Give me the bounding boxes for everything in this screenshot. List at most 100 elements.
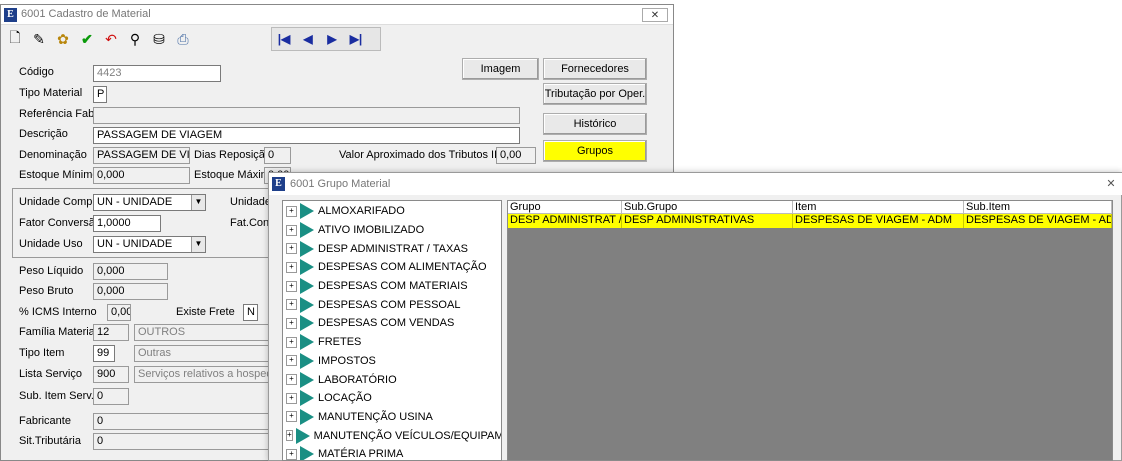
familia-code-field[interactable]: 12 bbox=[93, 324, 129, 341]
icms-label: % ICMS Interno bbox=[19, 306, 97, 318]
expand-icon[interactable]: + bbox=[286, 317, 297, 329]
nav-next-button[interactable]: ▶ bbox=[320, 28, 344, 50]
folder-triangle-icon bbox=[300, 296, 314, 313]
print-icon[interactable]: ⎙ bbox=[171, 27, 195, 51]
tree-item[interactable]: + MANUTENÇÃO USINA bbox=[286, 408, 501, 427]
tree-item[interactable]: + DESPESAS COM PESSOAL bbox=[286, 295, 501, 314]
expand-icon[interactable]: + bbox=[286, 430, 293, 442]
unidade-label-partial: Unidade bbox=[230, 196, 271, 208]
denominacao-label: Denominação bbox=[19, 149, 87, 161]
tipo-item-code-field[interactable]: 99 bbox=[93, 345, 115, 362]
folder-triangle-icon bbox=[300, 240, 314, 257]
denominacao-field[interactable]: PASSAGEM DE VIA bbox=[93, 147, 190, 164]
nav-first-button[interactable]: |◀ bbox=[272, 28, 296, 50]
find-icon[interactable]: ⚲ bbox=[123, 27, 147, 51]
expand-icon[interactable]: + bbox=[286, 224, 297, 236]
nav-last-button[interactable]: ▶| bbox=[344, 28, 368, 50]
grupos-button[interactable]: Grupos bbox=[543, 140, 647, 162]
expand-icon[interactable]: + bbox=[286, 355, 297, 367]
historico-button[interactable]: Histórico bbox=[543, 113, 647, 135]
grid-cell-subitem[interactable]: DESPESAS DE VIAGEM - ADM bbox=[964, 214, 1112, 228]
lista-servico-code-field[interactable]: 900 bbox=[93, 366, 129, 383]
referencia-field[interactable] bbox=[93, 107, 520, 124]
folder-triangle-icon bbox=[300, 334, 314, 351]
expand-icon[interactable]: + bbox=[286, 299, 297, 311]
expand-icon[interactable]: + bbox=[286, 374, 297, 386]
expand-icon[interactable]: + bbox=[286, 411, 297, 423]
folder-triangle-icon bbox=[300, 352, 314, 369]
tree-item[interactable]: + DESP ADMINISTRAT / TAXAS bbox=[286, 239, 501, 258]
toolbar: 🗋 ✎ ✿ ✔ ↶ ⚲ ⛁ ⎙ |◀ ◀ ▶ ▶| bbox=[1, 26, 673, 53]
tree-item[interactable]: + IMPOSTOS bbox=[286, 352, 501, 371]
tipo-material-label: Tipo Material bbox=[19, 87, 83, 99]
new-icon[interactable]: 🗋 bbox=[3, 27, 27, 51]
grid-header-grupo[interactable]: Grupo bbox=[508, 201, 622, 214]
fabricante-label: Fabricante bbox=[19, 415, 71, 427]
folder-triangle-icon bbox=[300, 371, 314, 388]
tree-item-label: DESPESAS COM VENDAS bbox=[318, 317, 455, 330]
tree-item-label: FRETES bbox=[318, 336, 362, 349]
peso-bruto-field[interactable]: 0,000 bbox=[93, 283, 168, 300]
tree-item[interactable]: + DESPESAS COM MATERIAIS bbox=[286, 277, 501, 296]
group-close-button[interactable]: ✕ bbox=[1103, 176, 1119, 192]
codigo-label: Código bbox=[19, 66, 54, 78]
imagem-button[interactable]: Imagem bbox=[462, 58, 539, 80]
expand-icon[interactable]: + bbox=[286, 336, 297, 348]
estoque-minimo-field[interactable]: 0,000 bbox=[93, 167, 190, 184]
ibpt-field[interactable]: 0,00 bbox=[496, 147, 536, 164]
tree-item[interactable]: + DESPESAS COM VENDAS bbox=[286, 314, 501, 333]
tree-item[interactable]: + MATÉRIA PRIMA bbox=[286, 445, 501, 460]
grid-cell-item[interactable]: DESPESAS DE VIAGEM - ADM bbox=[793, 214, 964, 228]
edit-icon[interactable]: ✎ bbox=[27, 27, 51, 51]
folder-triangle-icon bbox=[300, 203, 314, 220]
tipo-item-label: Tipo Item bbox=[19, 347, 65, 359]
folder-triangle-icon bbox=[295, 427, 310, 444]
dias-reposicao-field[interactable]: 0 bbox=[264, 147, 291, 164]
ibpt-label: Valor Aproximado dos Tributos IBPT bbox=[339, 149, 516, 161]
tree-item-label: DESPESAS COM MATERIAIS bbox=[318, 280, 468, 293]
icms-field[interactable]: 0,00 bbox=[107, 304, 131, 321]
group-tree: + ALMOXARIFADO + ATIVO IMOBILIZADO + DESP ADM… bbox=[282, 200, 502, 461]
sit-tributaria-field[interactable]: 0 bbox=[93, 433, 274, 450]
confirm-icon[interactable]: ✔ bbox=[75, 27, 99, 51]
tree-item[interactable]: + ALMOXARIFADO bbox=[286, 202, 501, 221]
unidade-compra-select[interactable]: UN - UNIDADE ▼ bbox=[93, 194, 206, 211]
chevron-down-icon[interactable]: ▼ bbox=[191, 237, 205, 252]
existe-frete-field[interactable]: N bbox=[243, 304, 258, 321]
fabricante-field[interactable]: 0 bbox=[93, 413, 274, 430]
expand-icon[interactable]: + bbox=[286, 205, 297, 217]
expand-icon[interactable]: + bbox=[286, 261, 297, 273]
db-icon[interactable]: ⛁ bbox=[147, 27, 171, 51]
fator-conversao-field[interactable]: 1,0000 bbox=[93, 215, 161, 232]
unidade-uso-label: Unidade Uso bbox=[19, 238, 83, 250]
fornecedores-button[interactable]: Fornecedores bbox=[543, 58, 647, 80]
chevron-down-icon[interactable]: ▼ bbox=[191, 195, 205, 210]
codigo-field[interactable]: 4423 bbox=[93, 65, 221, 82]
close-button[interactable]: ✕ bbox=[642, 8, 668, 22]
sub-item-field[interactable]: 0 bbox=[93, 388, 129, 405]
expand-icon[interactable]: + bbox=[286, 280, 297, 292]
tree-item[interactable]: + DESPESAS COM ALIMENTAÇÃO bbox=[286, 258, 501, 277]
unidade-uso-select[interactable]: UN - UNIDADE ▼ bbox=[93, 236, 206, 253]
expand-icon[interactable]: + bbox=[286, 448, 297, 460]
tipo-material-field[interactable]: P bbox=[93, 86, 107, 103]
tree-item[interactable]: + LOCAÇÃO bbox=[286, 389, 501, 408]
nav-prev-button[interactable]: ◀ bbox=[296, 28, 320, 50]
tributacao-button[interactable]: Tributação por Oper. bbox=[543, 83, 647, 105]
tree-item[interactable]: + LABORATÓRIO bbox=[286, 370, 501, 389]
grid-cell-grupo[interactable]: DESP ADMINISTRAT / TAXAS bbox=[508, 214, 622, 228]
peso-liquido-field[interactable]: 0,000 bbox=[93, 263, 168, 280]
grid-header-item[interactable]: Item bbox=[793, 201, 964, 214]
undo-icon[interactable]: ↶ bbox=[99, 27, 123, 51]
expand-icon[interactable]: + bbox=[286, 243, 297, 255]
tree-item[interactable]: + ATIVO IMOBILIZADO bbox=[286, 221, 501, 240]
grid-header-subitem[interactable]: Sub.Item bbox=[964, 201, 1112, 214]
grid-header-subgrupo[interactable]: Sub.Grupo bbox=[622, 201, 793, 214]
tree-item[interactable]: + FRETES bbox=[286, 333, 501, 352]
descricao-field[interactable]: PASSAGEM DE VIAGEM bbox=[93, 127, 520, 144]
app-icon: E bbox=[4, 8, 17, 22]
grid-cell-subgrupo[interactable]: DESP ADMINISTRATIVAS bbox=[622, 214, 793, 228]
expand-icon[interactable]: + bbox=[286, 392, 297, 404]
delete-icon[interactable]: ✿ bbox=[51, 27, 75, 51]
tree-item[interactable]: + MANUTENÇÃO VEÍCULOS/EQUIPAMENTOS bbox=[286, 426, 501, 445]
